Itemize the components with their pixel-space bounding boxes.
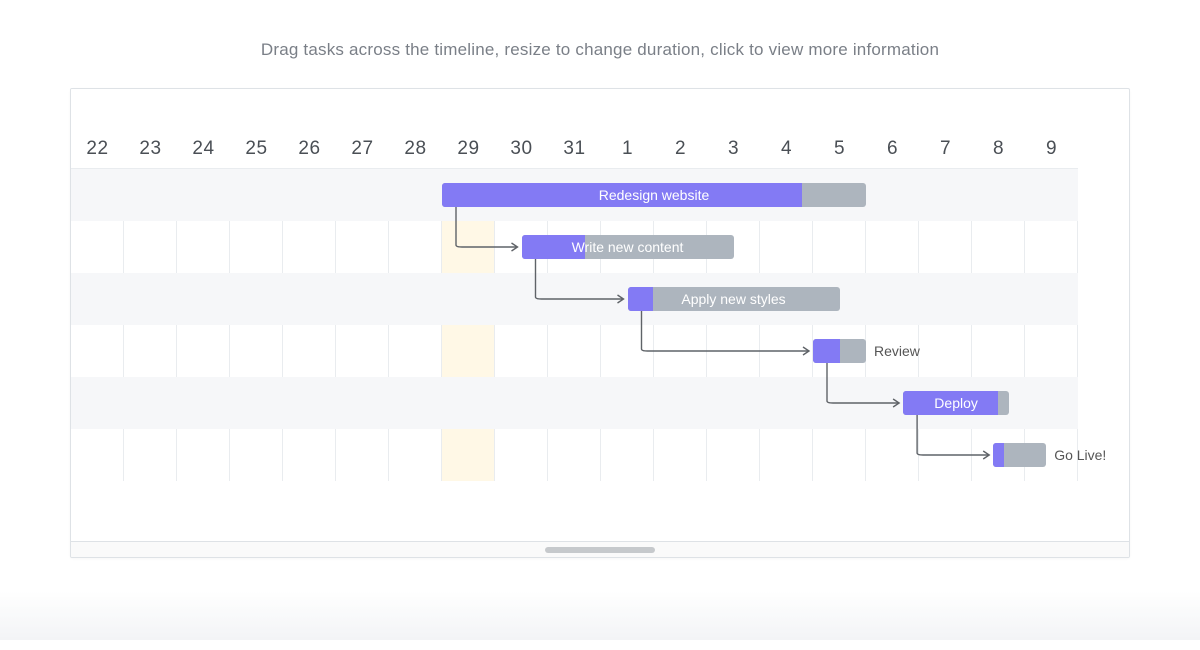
gantt-row: Go Live!: [71, 429, 1078, 481]
gantt-row: Write new content: [71, 221, 1078, 273]
task-bar-review[interactable]: Review: [813, 339, 866, 363]
gantt-date-cell: 27: [336, 138, 389, 168]
instructions-text: Drag tasks across the timeline, resize t…: [0, 0, 1200, 88]
gantt-date-cell: 8: [972, 138, 1025, 168]
gantt-date-cell: 1: [601, 138, 654, 168]
gantt-inner: 22232425262728293031123456789 Redesign w…: [71, 89, 1078, 481]
task-progress: [813, 339, 840, 363]
task-progress: [442, 183, 802, 207]
page-bottom-shadow: [0, 590, 1200, 640]
task-progress: [903, 391, 998, 415]
gantt-date-header: 22232425262728293031123456789: [71, 89, 1078, 169]
gantt-date-cell: 3: [707, 138, 760, 168]
task-bar-styles[interactable]: Apply new styles: [628, 287, 840, 311]
task-label: Review: [874, 343, 920, 359]
task-bar-redesign[interactable]: Redesign website: [442, 183, 866, 207]
gantt-date-cell: 7: [919, 138, 972, 168]
horizontal-scrollbar-track[interactable]: [71, 541, 1129, 557]
gantt-date-cell: 24: [177, 138, 230, 168]
gantt-date-cell: 2: [654, 138, 707, 168]
gantt-date-cell: 26: [283, 138, 336, 168]
gantt-date-cell: 22: [71, 138, 124, 168]
gantt-panel: 22232425262728293031123456789 Redesign w…: [70, 88, 1130, 558]
task-label: Go Live!: [1054, 447, 1106, 463]
task-progress: [522, 235, 586, 259]
gantt-body: Redesign website Write new content Apply n…: [71, 169, 1078, 481]
task-progress: [628, 287, 653, 311]
gantt-date-cell: 23: [124, 138, 177, 168]
gantt-date-cell: 5: [813, 138, 866, 168]
gantt-row: Review: [71, 325, 1078, 377]
gantt-date-cell: 9: [1025, 138, 1078, 168]
gantt-row: Deploy: [71, 377, 1078, 429]
horizontal-scrollbar-thumb[interactable]: [545, 547, 655, 553]
task-bar-content[interactable]: Write new content: [522, 235, 734, 259]
gantt-date-cell: 6: [866, 138, 919, 168]
gantt-date-cell: 28: [389, 138, 442, 168]
gantt-date-cell: 31: [548, 138, 601, 168]
task-bar-deploy[interactable]: Deploy: [903, 391, 1009, 415]
task-bar-golive[interactable]: Go Live!: [993, 443, 1046, 467]
task-label: Apply new styles: [628, 291, 840, 307]
gantt-scroll-region[interactable]: 22232425262728293031123456789 Redesign w…: [71, 89, 1129, 557]
gantt-row: Apply new styles: [71, 273, 1078, 325]
gantt-date-cell: 29: [442, 138, 495, 168]
gantt-date-cell: 30: [495, 138, 548, 168]
gantt-date-cell: 25: [230, 138, 283, 168]
task-progress: [993, 443, 1004, 467]
gantt-date-cell: 4: [760, 138, 813, 168]
gantt-row: Redesign website: [71, 169, 1078, 221]
